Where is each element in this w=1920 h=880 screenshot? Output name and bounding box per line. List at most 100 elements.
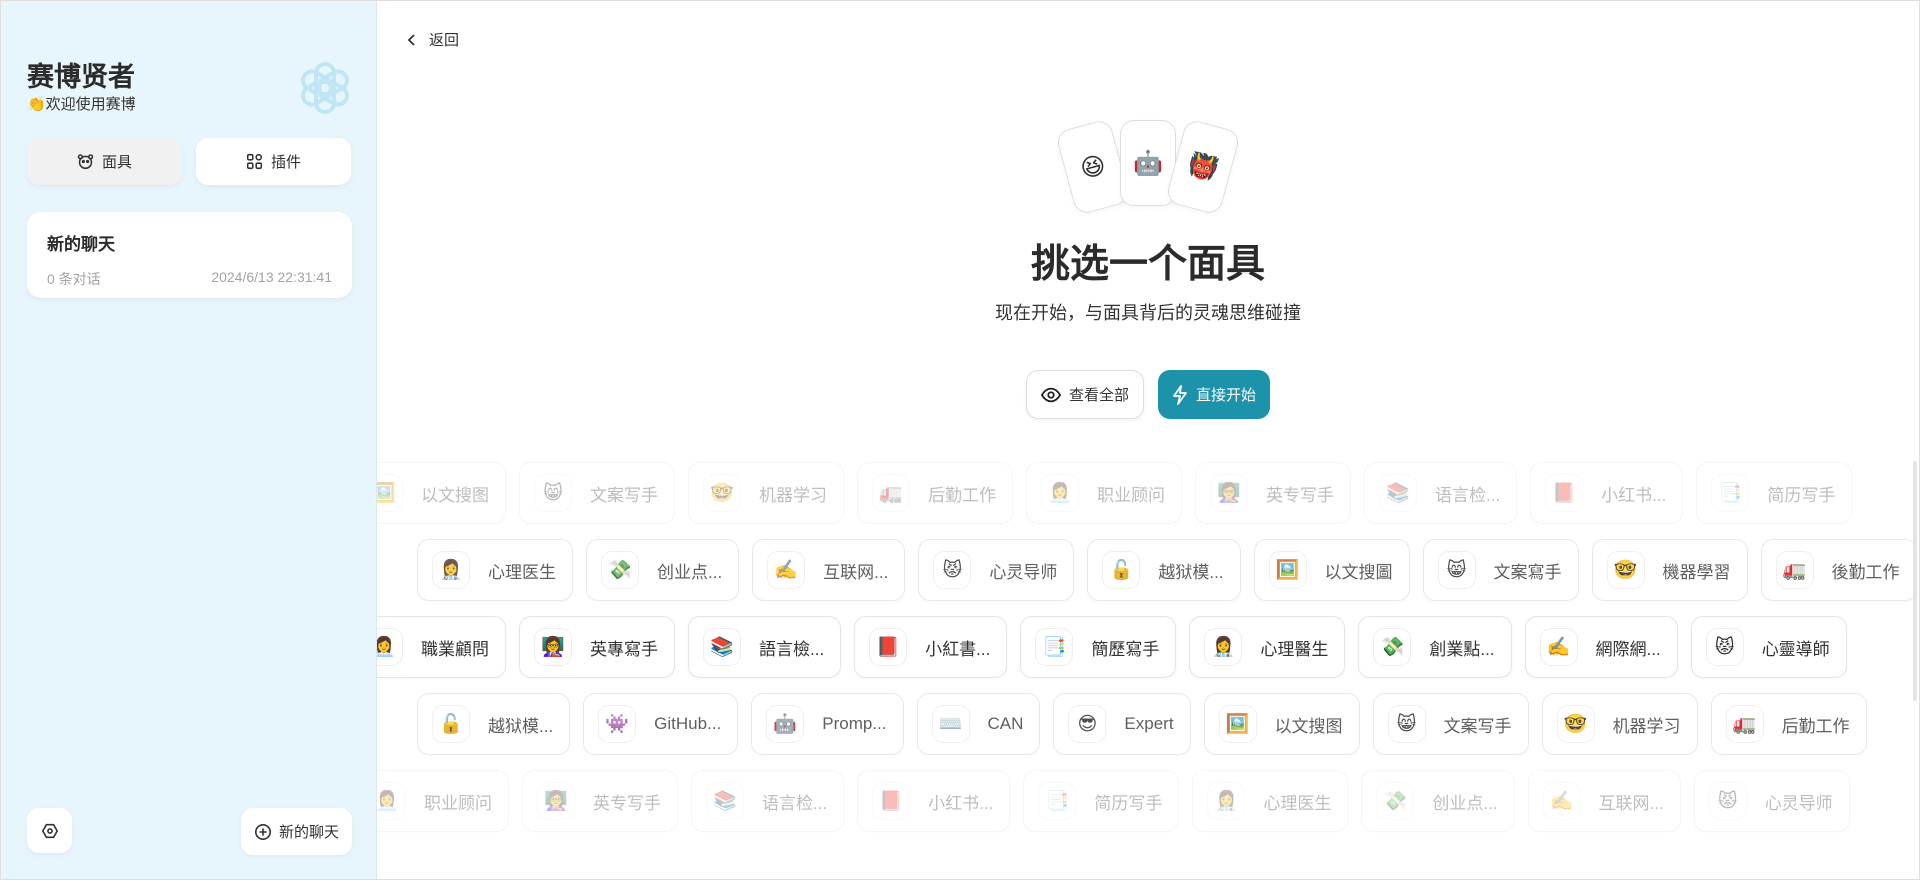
mask-item[interactable]: ✍️ 互联网... — [752, 539, 906, 601]
mask-name: 后勤工作 — [1781, 716, 1850, 736]
mask-item[interactable]: 📑 簡歷寫手 — [1020, 616, 1177, 678]
mask-avatar-icon: 👩‍💼 — [377, 628, 403, 666]
mask-item[interactable]: 🤓 机器学习 — [1541, 693, 1698, 755]
gear-icon — [41, 823, 58, 838]
mask-item[interactable]: 👩‍🏫 英專寫手 — [519, 616, 675, 678]
mask-item[interactable]: 📑 简历写手 — [1023, 770, 1180, 832]
mask-name: 以文搜图 — [1274, 716, 1343, 736]
mask-item[interactable]: 😸 文案写手 — [1372, 693, 1529, 755]
mask-item[interactable]: 📕 小红书... — [1530, 462, 1684, 524]
mask-item[interactable]: 🔓 越狱模... — [1087, 539, 1241, 601]
mask-item[interactable]: 😾 心靈導師 — [1690, 616, 1847, 678]
mask-name: 英專寫手 — [590, 639, 658, 659]
mask-name: 英专写手 — [1266, 485, 1334, 505]
mask-name: 职业顾问 — [1097, 485, 1165, 505]
mask-avatar-icon: ✍️ — [1539, 628, 1578, 666]
mask-item[interactable]: 🚛 后勤工作 — [857, 462, 1013, 524]
mask-name: 職業顧問 — [421, 639, 489, 659]
mask-item[interactable]: 👩‍💼 职业顾问 — [1026, 462, 1182, 524]
mask-row: 👩‍💼 职业顾问 👩‍🏫 英专写手 📚 语言检... 📕 小红书... 📑 简历写手 👩‍⚕️ 心理医… — [377, 770, 1919, 832]
mask-item[interactable]: 💸 创业点... — [1361, 770, 1515, 832]
mask-avatar-icon: 🖼️ — [1268, 551, 1307, 589]
mask-item[interactable]: ⌨️ CAN — [916, 693, 1041, 755]
mask-card: 👹 — [1164, 118, 1242, 216]
view-all-button[interactable]: 查看全部 — [1025, 370, 1144, 419]
mask-item[interactable]: 👩‍⚕️ 心理医生 — [417, 539, 573, 601]
app-title: 赛博贤者 — [27, 62, 135, 92]
grid-icon — [246, 153, 263, 170]
mask-avatar-icon: 👩‍🏫 — [537, 782, 575, 820]
mask-item[interactable]: 😸 文案寫手 — [1422, 539, 1579, 601]
mask-item[interactable]: 😎 Expert — [1053, 693, 1191, 755]
mask-name: 越狱模... — [1158, 562, 1224, 582]
mask-name: 简历写手 — [1094, 793, 1163, 813]
mask-name: 语言检... — [1435, 485, 1501, 505]
mask-item[interactable]: 👩‍💼 职业顾问 — [377, 770, 509, 832]
mask-name: 心灵导师 — [1764, 793, 1833, 813]
mask-name: CAN — [987, 714, 1024, 733]
mask-item[interactable]: ✍️ 網際網... — [1524, 616, 1678, 678]
tab-masks[interactable]: 面具 — [27, 138, 182, 185]
mask-item[interactable]: 🖼️ 以文搜圖 — [1253, 539, 1410, 601]
mask-avatar-icon: 💸 — [1376, 782, 1415, 820]
mask-avatar-icon: 📚 — [703, 628, 741, 666]
mask-item[interactable]: 👩‍⚕️ 心理醫生 — [1189, 616, 1346, 678]
mask-item[interactable]: 😾 心灵导师 — [918, 539, 1075, 601]
mask-avatar-icon: 😾 — [933, 551, 972, 589]
mask-avatar-icon: 👾 — [598, 705, 637, 743]
mask-item[interactable]: 🔓 越狱模... — [417, 693, 571, 755]
page-title: 挑选一个面具 — [1030, 243, 1265, 286]
mask-name: 簡歷寫手 — [1091, 639, 1160, 659]
mask-name: 心灵导师 — [989, 562, 1058, 582]
mask-avatar-icon: 📕 — [872, 782, 911, 820]
mask-name: 创业点... — [657, 562, 723, 582]
mask-item[interactable]: 📕 小红书... — [857, 770, 1011, 832]
tab-plugins[interactable]: 插件 — [196, 138, 351, 185]
mask-avatar-icon: 📑 — [1038, 782, 1077, 820]
mask-avatar-icon: 📕 — [869, 628, 908, 666]
chat-title: 新的聊天 — [47, 235, 115, 254]
mask-avatar-icon: 😸 — [1437, 551, 1476, 589]
mask-name: 机器学习 — [1612, 716, 1681, 736]
tab-masks-label: 面具 — [101, 154, 132, 171]
plus-circle-icon — [254, 823, 271, 840]
mask-item[interactable]: 🖼️ 以文搜图 — [377, 462, 506, 524]
scrollbar[interactable] — [1913, 461, 1917, 701]
mask-item[interactable]: 💸 创业点... — [586, 539, 740, 601]
mask-item[interactable]: 😸 文案写手 — [519, 462, 675, 524]
mask-avatar-icon: 🚛 — [1775, 551, 1814, 589]
mask-item[interactable]: 🤓 機器學習 — [1591, 539, 1748, 601]
mask-item[interactable]: 📕 小紅書... — [854, 616, 1008, 678]
mask-item[interactable]: 🖼️ 以文搜图 — [1203, 693, 1360, 755]
mask-avatar-icon: 🤓 — [703, 474, 741, 512]
mask-item[interactable]: 👩‍🏫 英专写手 — [522, 770, 678, 832]
mask-avatar-icon: 🖼️ — [1218, 705, 1257, 743]
mask-item[interactable]: 📚 语言检... — [691, 770, 845, 832]
chat-time: 2024/6/13 22:31:41 — [211, 269, 332, 285]
mask-row: 🖼️ 以文搜图 😸 文案写手 🤓 机器学习 🚛 后勤工作 👩‍💼 职业顾问 👩‍🏫 英专写手 📚 语言检.… — [377, 462, 1919, 524]
mask-item[interactable]: 👾 GitHub... — [583, 693, 739, 755]
openai-knot-icon — [301, 62, 349, 114]
chat-item[interactable]: 新的聊天 0 条对话 2024/6/13 22:31:41 — [27, 212, 352, 298]
mask-item[interactable]: 🚛 後勤工作 — [1760, 539, 1917, 601]
mask-item[interactable]: ✍️ 互联网... — [1527, 770, 1681, 832]
chevron-left-icon — [407, 33, 415, 46]
mask-avatar-icon: 🔓 — [432, 705, 470, 743]
mask-item[interactable]: 🤖 Promp... — [751, 693, 904, 755]
mask-item[interactable]: 👩‍🏫 英专写手 — [1195, 462, 1351, 524]
mask-item[interactable]: 👩‍⚕️ 心理医生 — [1192, 770, 1349, 832]
mask-item[interactable]: 📑 简历写手 — [1696, 462, 1853, 524]
mask-item[interactable]: 🤓 机器学习 — [688, 462, 844, 524]
back-button[interactable]: 返回 — [407, 29, 459, 50]
settings-button[interactable] — [27, 808, 72, 853]
new-chat-button[interactable]: 新的聊天 — [241, 808, 352, 855]
mask-item[interactable]: 🚛 后勤工作 — [1710, 693, 1867, 755]
mask-item[interactable]: 📚 語言檢... — [688, 616, 842, 678]
mask-item[interactable]: 👩‍💼 職業顧問 — [377, 616, 506, 678]
mask-item[interactable]: 💸 創業點... — [1358, 616, 1512, 678]
mask-item[interactable]: 📚 语言检... — [1364, 462, 1518, 524]
mask-name: 英专写手 — [593, 793, 661, 813]
mask-item[interactable]: 😾 心灵导师 — [1693, 770, 1850, 832]
start-button[interactable]: 直接开始 — [1158, 370, 1271, 419]
mask-name: 简历写手 — [1767, 485, 1836, 505]
